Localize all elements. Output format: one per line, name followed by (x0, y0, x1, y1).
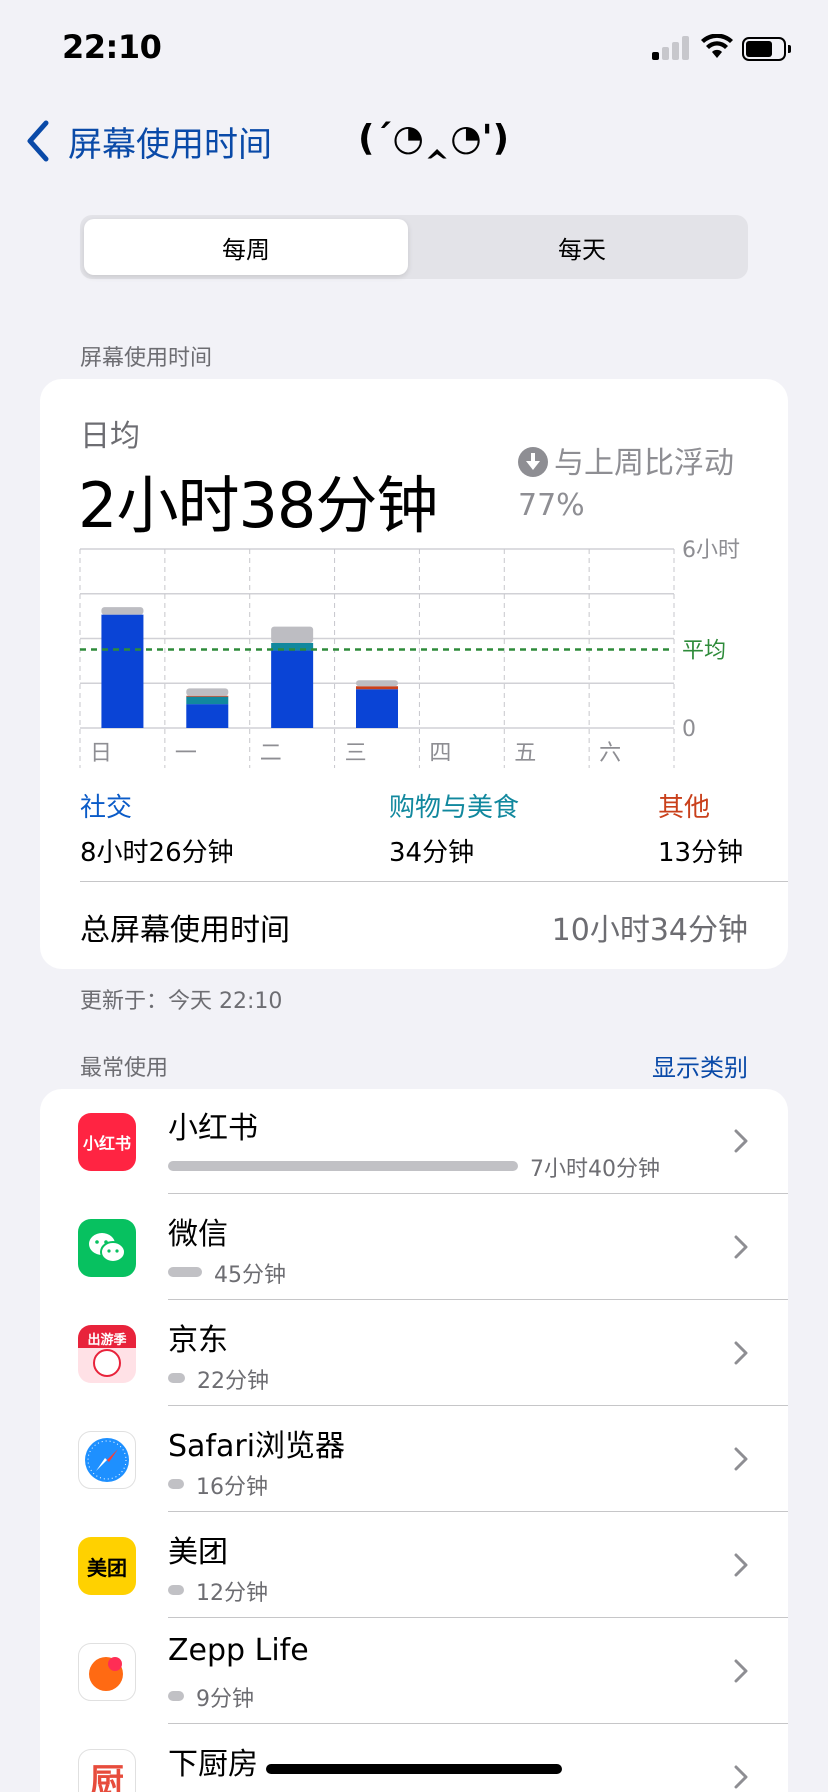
bar-segment (186, 688, 229, 696)
bar-segment (271, 626, 314, 643)
safari-icon (78, 1431, 136, 1489)
usage-bar (168, 1691, 184, 1701)
category-shopping-food: 购物与美食 34分钟 (389, 787, 519, 869)
zepp-life-icon (78, 1643, 136, 1701)
bar-segment (101, 614, 144, 728)
divider (168, 1617, 788, 1618)
chevron-right-icon (734, 1129, 748, 1153)
meituan-icon: 美团 (78, 1537, 136, 1595)
app-row-xiachufang[interactable]: 厨 下厨房 (40, 1725, 788, 1792)
usage-time: 7小时40分钟 (530, 1157, 660, 1182)
show-categories-button[interactable]: 显示类别 (652, 1048, 748, 1083)
cellular-signal-icon (652, 36, 690, 60)
app-name: Safari浏览器 (168, 1429, 346, 1464)
bar-segment (356, 686, 398, 690)
nav-title: (´◔‸◔') (358, 118, 510, 159)
app-name: Zepp Life (168, 1633, 309, 1668)
app-row-zepp-life[interactable]: Zepp Life 9分钟 (40, 1619, 788, 1725)
day-label: 一 (175, 741, 197, 766)
usage-time: 45分钟 (214, 1263, 286, 1288)
total-screen-time-value: 10小时34分钟 (551, 913, 748, 948)
usage-time: 22分钟 (197, 1369, 269, 1394)
bar-segment (186, 696, 229, 705)
app-row-jd[interactable]: 出游季 京东 22分钟 (40, 1301, 788, 1407)
xiachufang-icon: 厨 (78, 1749, 136, 1792)
jd-icon: 出游季 (78, 1325, 136, 1383)
bar-segment (101, 607, 144, 615)
app-list: 小红书 小红书 7小时40分钟 微信 45分钟 出游季 京东 22分钟 Safa… (40, 1089, 788, 1792)
day-label: 二 (260, 741, 282, 766)
usage-bar (168, 1585, 184, 1595)
chevron-right-icon (734, 1765, 748, 1789)
app-name: 微信 (168, 1217, 228, 1252)
app-name: 美团 (168, 1535, 228, 1570)
bar-segment (186, 704, 229, 728)
chevron-right-icon (734, 1341, 748, 1365)
y-axis-max-label: 6小时 (682, 538, 740, 563)
usage-time: 9分钟 (196, 1687, 254, 1712)
app-name: 小红书 (168, 1111, 258, 1146)
period-segmented-control: 每周 每天 (80, 215, 748, 279)
total-screen-time-label: 总屏幕使用时间 (80, 913, 290, 948)
category-other: 其他 13分钟 (658, 787, 743, 869)
back-label: 屏幕使用时间 (68, 124, 272, 165)
usage-bar (168, 1161, 518, 1171)
category-name: 购物与美食 (389, 793, 520, 823)
wifi-icon (701, 34, 733, 58)
xiaohongshu-icon: 小红书 (78, 1113, 136, 1171)
usage-time: 12分钟 (196, 1581, 268, 1606)
app-row-meituan[interactable]: 美团 美团 12分钟 (40, 1513, 788, 1619)
usage-bar (168, 1479, 184, 1489)
chevron-right-icon (734, 1447, 748, 1471)
divider (168, 1405, 788, 1406)
status-time: 22:10 (62, 28, 162, 66)
app-row-wechat[interactable]: 微信 45分钟 (40, 1195, 788, 1301)
app-row-xiaohongshu[interactable]: 小红书 小红书 7小时40分钟 (40, 1089, 788, 1195)
category-name: 其他 (658, 793, 711, 823)
category-time: 34分钟 (389, 838, 475, 868)
tab-weekly[interactable]: 每周 (84, 219, 408, 275)
category-time: 13分钟 (658, 838, 744, 868)
divider (168, 1511, 788, 1512)
day-label: 三 (345, 741, 367, 766)
home-indicator (266, 1764, 562, 1774)
bar-segment (356, 689, 398, 728)
day-label: 五 (514, 741, 536, 766)
bar-segment (271, 650, 314, 728)
day-label: 六 (599, 741, 621, 766)
app-name: 下厨房 (168, 1747, 258, 1782)
usage-bar (168, 1373, 185, 1383)
chevron-right-icon (734, 1659, 748, 1683)
divider (168, 1193, 788, 1194)
app-name: 京东 (168, 1323, 228, 1358)
divider (168, 1723, 788, 1724)
divider (80, 881, 788, 882)
wechat-icon (78, 1219, 136, 1277)
usage-bar (168, 1267, 202, 1277)
updated-time: 更新于：今天 22:10 (80, 989, 283, 1014)
day-label: 四 (429, 741, 451, 766)
average-label: 平均 (682, 639, 726, 664)
weekly-usage-chart: 日 一 二 三 四 五 六 平均 6小时 0 (79, 538, 740, 768)
category-social: 社交 8小时26分钟 (80, 787, 234, 869)
usage-time: 16分钟 (196, 1475, 268, 1500)
section-title: 屏幕使用时间 (80, 346, 213, 371)
summary-card: 日均 2小时38分钟 与上周比浮动 77% 日一二三四五六平均 6小时 0 社交 8… (40, 379, 788, 969)
tab-daily[interactable]: 每天 (420, 219, 744, 275)
battery-icon (742, 37, 792, 61)
category-time: 8小时26分钟 (80, 838, 234, 868)
back-button[interactable]: 屏幕使用时间 (24, 116, 272, 166)
most-used-title: 最常使用 (80, 1056, 169, 1081)
day-label: 日 (90, 741, 112, 766)
app-row-safari[interactable]: Safari浏览器 16分钟 (40, 1407, 788, 1513)
category-name: 社交 (80, 793, 133, 823)
bar-segment (356, 680, 398, 687)
chevron-left-icon (27, 120, 49, 162)
bar-segment (186, 695, 229, 697)
chevron-right-icon (734, 1235, 748, 1259)
chevron-right-icon (734, 1553, 748, 1577)
divider (168, 1299, 788, 1300)
y-axis-zero-label: 0 (682, 717, 696, 742)
